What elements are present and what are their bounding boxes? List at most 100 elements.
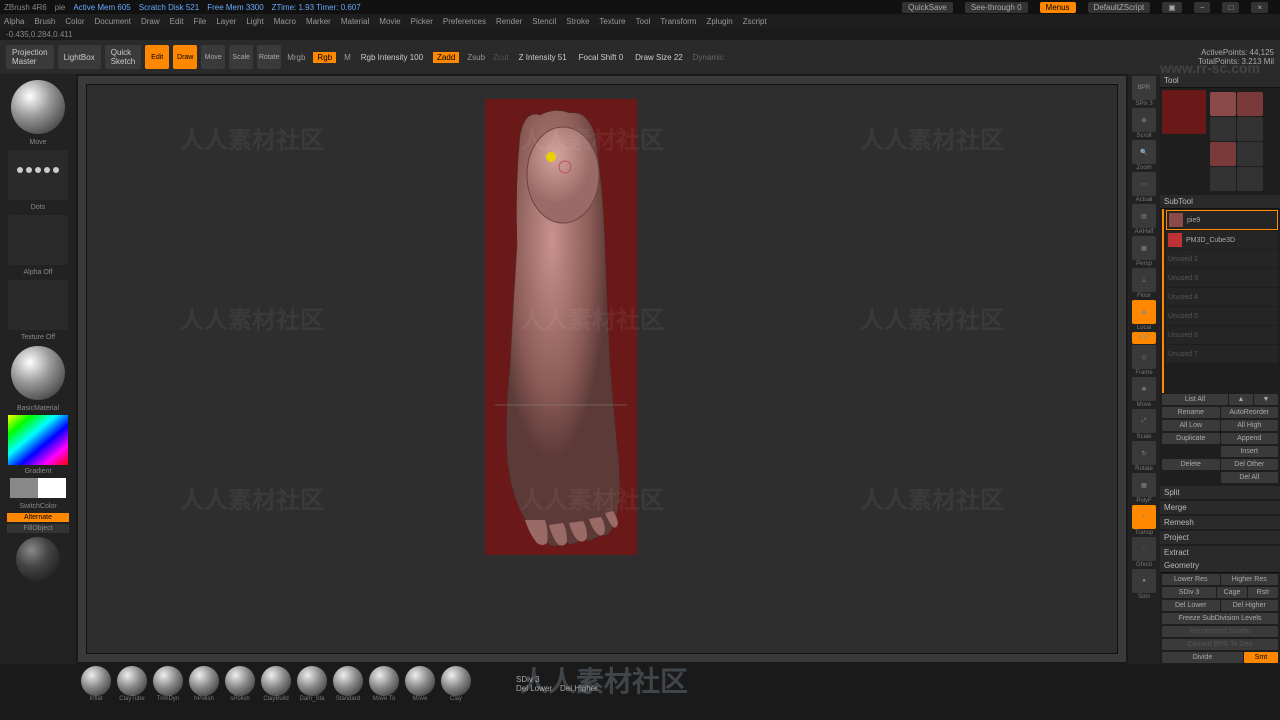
- brush-claytube[interactable]: ClayTube: [116, 666, 148, 702]
- tool-main-thumb[interactable]: [1162, 90, 1206, 134]
- brush-move[interactable]: Move: [404, 666, 436, 702]
- tool-thumb[interactable]: [1237, 142, 1263, 166]
- brush-moveto[interactable]: Move To: [368, 666, 400, 702]
- delother-button[interactable]: Del Other: [1221, 459, 1279, 470]
- menu-brush[interactable]: Brush: [34, 17, 55, 26]
- projection-master-button[interactable]: Projection Master: [6, 45, 54, 69]
- brush-inflat[interactable]: Inflat: [80, 666, 112, 702]
- subtool-unused[interactable]: Unused 3: [1166, 269, 1278, 287]
- quicksketch-button[interactable]: Quick Sketch: [105, 45, 141, 69]
- menus-button[interactable]: Menus: [1040, 2, 1076, 13]
- lowerres-button[interactable]: Lower Res: [1162, 574, 1220, 585]
- smt-button[interactable]: Smt: [1244, 652, 1278, 663]
- scale-view-button[interactable]: ⤢: [1132, 409, 1156, 433]
- higherres-button[interactable]: Higher Res: [1221, 574, 1279, 585]
- window-icon[interactable]: ▣: [1162, 2, 1182, 13]
- menu-zscript[interactable]: Zscript: [743, 17, 767, 26]
- menu-macro[interactable]: Macro: [274, 17, 296, 26]
- brush-hpolish[interactable]: hPolish: [188, 666, 220, 702]
- draw-size-slider[interactable]: Draw Size 22: [631, 53, 687, 62]
- material-preview[interactable]: [11, 346, 65, 400]
- menu-color[interactable]: Color: [65, 17, 84, 26]
- tool-thumb[interactable]: [1210, 92, 1236, 116]
- rgb-intensity-slider[interactable]: Rgb Intensity 100: [357, 53, 427, 62]
- color-picker[interactable]: [8, 415, 68, 465]
- bpr-button[interactable]: BPR: [1132, 76, 1156, 100]
- move-view-button[interactable]: ✥: [1132, 377, 1156, 401]
- seethrough-slider[interactable]: See-through 0: [965, 2, 1028, 13]
- brush-clay[interactable]: Clay: [440, 666, 472, 702]
- lightbox-button[interactable]: LightBox: [58, 45, 101, 69]
- aahalf-button[interactable]: ▤: [1132, 204, 1156, 228]
- menu-file[interactable]: File: [193, 17, 206, 26]
- scroll-button[interactable]: ⊞: [1132, 108, 1156, 132]
- merge-section[interactable]: Merge: [1160, 501, 1280, 514]
- switchcolor-button[interactable]: SwitchColor: [18, 502, 57, 511]
- rstr-button[interactable]: Rstr: [1248, 587, 1278, 598]
- zsub-toggle[interactable]: Zsub: [467, 53, 485, 62]
- zadd-toggle[interactable]: Zadd: [433, 52, 459, 63]
- menu-render[interactable]: Render: [496, 17, 522, 26]
- menu-texture[interactable]: Texture: [599, 17, 625, 26]
- menu-alpha[interactable]: Alpha: [4, 17, 24, 26]
- arrow-down-icon[interactable]: ▼: [1254, 394, 1278, 405]
- menu-tool[interactable]: Tool: [636, 17, 651, 26]
- m-toggle[interactable]: M: [344, 53, 351, 62]
- menu-zplugin[interactable]: Zplugin: [706, 17, 732, 26]
- actual-button[interactable]: ▭: [1132, 172, 1156, 196]
- swatch-secondary[interactable]: [10, 478, 38, 498]
- tool-thumb[interactable]: [1210, 167, 1236, 191]
- duplicate-button[interactable]: Duplicate: [1162, 433, 1220, 444]
- divide-button[interactable]: Divide: [1162, 652, 1243, 663]
- brush-trimdyn[interactable]: TrimDyn: [152, 666, 184, 702]
- rgb-toggle[interactable]: Rgb: [313, 52, 336, 63]
- rename-button[interactable]: Rename: [1162, 407, 1220, 418]
- menu-picker[interactable]: Picker: [411, 17, 433, 26]
- edit-mode-button[interactable]: Edit: [145, 45, 169, 69]
- spix-label[interactable]: SPix 3: [1135, 101, 1152, 107]
- maximize-icon[interactable]: □: [1222, 2, 1239, 13]
- tool-thumb[interactable]: [1237, 117, 1263, 141]
- freeze-button[interactable]: Freeze SubDivision Levels: [1162, 613, 1278, 624]
- bottom-delhigher[interactable]: Del Higher: [560, 684, 598, 693]
- subtool-header[interactable]: SubTool: [1160, 195, 1280, 209]
- geometry-header[interactable]: Geometry: [1160, 559, 1280, 573]
- menu-preferences[interactable]: Preferences: [443, 17, 486, 26]
- focal-shift-slider[interactable]: Focal Shift 0: [575, 53, 627, 62]
- subtool-unused[interactable]: Unused 2: [1166, 250, 1278, 268]
- split-section[interactable]: Split: [1160, 486, 1280, 499]
- alternate-button[interactable]: Alternate: [7, 513, 69, 522]
- subtool-unused[interactable]: Unused 5: [1166, 307, 1278, 325]
- sdiv-slider[interactable]: SDiv 3: [1162, 587, 1216, 598]
- extract-section[interactable]: Extract: [1160, 546, 1280, 559]
- brush-damsta[interactable]: Dam_Sta: [296, 666, 328, 702]
- stroke-slot[interactable]: [8, 150, 68, 200]
- solo-button[interactable]: ●: [1132, 569, 1156, 593]
- delhigher-button[interactable]: Del Higher: [1221, 600, 1279, 611]
- insert-button[interactable]: Insert: [1221, 446, 1279, 457]
- canvas[interactable]: [86, 84, 1118, 654]
- ghost-button[interactable]: ◌: [1132, 537, 1156, 561]
- minimize-icon[interactable]: −: [1194, 2, 1211, 13]
- menu-draw[interactable]: Draw: [141, 17, 160, 26]
- polyf-button[interactable]: ▦: [1132, 473, 1156, 497]
- texture-slot[interactable]: [8, 280, 68, 330]
- subtool-item-active[interactable]: pie9: [1166, 210, 1278, 230]
- menu-material[interactable]: Material: [341, 17, 369, 26]
- arrow-up-icon[interactable]: ▲: [1229, 394, 1253, 405]
- bottom-sdiv[interactable]: SDiv 3: [516, 675, 598, 684]
- subtool-unused[interactable]: Unused 4: [1166, 288, 1278, 306]
- swatch-primary[interactable]: [38, 478, 66, 498]
- tool-thumb[interactable]: [1210, 117, 1236, 141]
- tool-thumb[interactable]: [1237, 167, 1263, 191]
- cage-button[interactable]: Cage: [1217, 587, 1247, 598]
- subtool-unused[interactable]: Unused 7: [1166, 345, 1278, 363]
- quicksave-button[interactable]: QuickSave: [902, 2, 953, 13]
- z-intensity-slider[interactable]: Z Intensity 51: [515, 53, 571, 62]
- tool-thumb[interactable]: [1237, 92, 1263, 116]
- tool-header[interactable]: Tool: [1160, 74, 1280, 88]
- secondary-sphere[interactable]: [16, 537, 60, 581]
- menu-light[interactable]: Light: [246, 17, 263, 26]
- brush-claybuild[interactable]: ClayBuild: [260, 666, 292, 702]
- menu-marker[interactable]: Marker: [306, 17, 331, 26]
